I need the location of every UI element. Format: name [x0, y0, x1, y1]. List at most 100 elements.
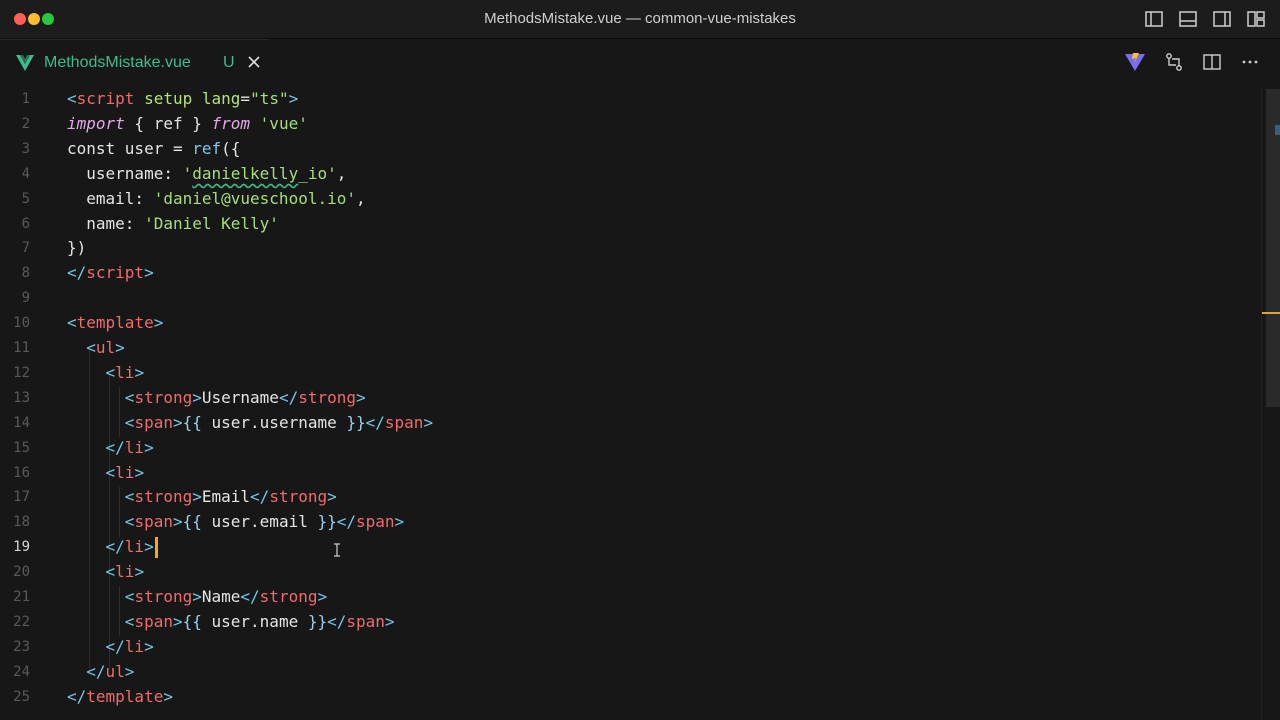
code-text: </li>: [67, 436, 154, 460]
code-token: strong: [134, 387, 193, 407]
code-token: </: [67, 263, 87, 283]
title-bar: MethodsMistake.vue — common-vue-mistakes: [0, 0, 1280, 39]
code-token: }}: [307, 611, 328, 631]
code-text: <ul>: [67, 336, 125, 360]
tab-methods-mistake[interactable]: MethodsMistake.vue U: [0, 39, 268, 87]
code-line[interactable]: 8 </script>: [0, 261, 1262, 285]
code-line[interactable]: 15 </li>: [0, 436, 1262, 460]
code-line[interactable]: 22 <span>{{ user.name }}</span>: [0, 610, 1262, 634]
code-line[interactable]: 9: [0, 286, 1262, 310]
vite-icon[interactable]: [1124, 52, 1146, 72]
code-token: li: [124, 537, 145, 557]
code-token: </: [240, 587, 260, 606]
code-line[interactable]: 21 <strong>Name</strong>: [0, 585, 1262, 609]
code-token: { ref }: [124, 113, 212, 133]
code-line[interactable]: 2 import { ref } from 'vue': [0, 112, 1262, 136]
code-token: script: [76, 89, 135, 108]
code-token: strong: [298, 387, 356, 407]
code-token: span: [346, 611, 385, 631]
code-line[interactable]: 11 <ul>: [0, 336, 1262, 360]
code-token: ul: [95, 338, 116, 357]
code-token: {{: [182, 611, 202, 631]
untracked-badge: U: [223, 54, 235, 71]
code-token: Name: [201, 587, 241, 606]
code-line[interactable]: 13 <strong>Username</strong>: [0, 386, 1262, 410]
code-token: >: [394, 512, 405, 532]
code-token: username:: [67, 163, 183, 183]
code-token: {{: [182, 512, 202, 532]
line-number: 5: [21, 190, 30, 207]
code-line[interactable]: 10 <template>: [0, 311, 1262, 335]
code-line[interactable]: 18 <span>{{ user.email }}</span>: [0, 510, 1262, 534]
layout-controls: [1144, 9, 1266, 29]
code-line[interactable]: 5 email: 'daniel@vueschool.io',: [0, 187, 1262, 211]
code-token: span: [134, 611, 173, 631]
code-token: {{: [182, 412, 202, 432]
scrollbar-thumb[interactable]: [1266, 89, 1280, 407]
code-token: >: [144, 537, 154, 557]
code-token: </: [105, 636, 125, 656]
code-token: strong: [134, 587, 193, 606]
code-line[interactable]: 12 <li>: [0, 361, 1262, 385]
code-token: </: [86, 661, 106, 681]
code-line[interactable]: 7}): [0, 236, 1262, 260]
open-changes-icon[interactable]: [1164, 52, 1184, 72]
line-number: 10: [13, 315, 30, 332]
split-editor-icon[interactable]: [1202, 52, 1222, 72]
close-icon[interactable]: [247, 55, 261, 74]
toggle-secondary-sidebar-icon[interactable]: [1212, 9, 1232, 29]
code-editor[interactable]: 1 <script setup lang="ts"> 2 import { ref }…: [0, 87, 1262, 720]
code-line[interactable]: 3 const user = ref({: [0, 137, 1262, 161]
code-token: setup: [144, 89, 193, 108]
code-text: import { ref } from 'vue': [67, 112, 308, 136]
code-token: >: [423, 412, 434, 432]
code-text: <span>{{ user.email }}</span>: [67, 510, 404, 534]
code-line[interactable]: 24 </ul>: [0, 660, 1262, 684]
code-text: </li>: [67, 535, 154, 559]
line-number: 23: [13, 638, 30, 655]
code-text: <li>: [67, 461, 145, 485]
code-token: name:: [67, 213, 145, 233]
line-number: 18: [13, 514, 30, 531]
line-number: 17: [13, 489, 30, 506]
code-token: >: [384, 611, 395, 631]
vertical-scrollbar[interactable]: [1261, 87, 1280, 720]
code-line[interactable]: 25 </template>: [0, 685, 1262, 709]
code-line[interactable]: 6 name: 'Daniel Kelly': [0, 212, 1262, 236]
line-number: 24: [13, 663, 30, 680]
code-line[interactable]: 20 <li>: [0, 560, 1262, 584]
more-actions-icon[interactable]: [1240, 52, 1260, 72]
code-line[interactable]: 14 <span>{{ user.username }}</span>: [0, 411, 1262, 435]
code-token: >: [134, 562, 145, 582]
code-line[interactable]: 1 <script setup lang="ts">: [0, 87, 1262, 111]
code-token: 'Daniel Kelly': [144, 213, 279, 233]
customize-layout-icon[interactable]: [1246, 9, 1266, 29]
editor-tab-bar: MethodsMistake.vue U: [0, 39, 1280, 87]
code-token: </: [105, 437, 125, 457]
code-token: <: [67, 89, 77, 108]
code-token: <: [105, 462, 116, 482]
code-token: span: [134, 512, 173, 532]
code-token: >: [144, 263, 154, 283]
code-line[interactable]: 17 <strong>Email</strong>: [0, 485, 1262, 509]
toggle-primary-sidebar-icon[interactable]: [1144, 9, 1164, 29]
code-token: >: [356, 387, 366, 407]
code-token: >: [153, 313, 164, 333]
code-line[interactable]: 23 </li>: [0, 635, 1262, 659]
code-token: </: [327, 611, 347, 631]
code-line[interactable]: 19 </li>: [0, 535, 1262, 559]
code-token: span: [384, 412, 424, 432]
code-line[interactable]: 16 <li>: [0, 461, 1262, 485]
code-line[interactable]: 4 username: 'danielkelly_io',: [0, 162, 1262, 186]
code-token: <: [67, 313, 77, 333]
code-token: strong: [269, 487, 328, 507]
code-token: >: [192, 387, 202, 407]
toggle-panel-icon[interactable]: [1178, 9, 1198, 29]
code-token: </: [250, 487, 270, 507]
line-number: 9: [21, 290, 30, 307]
code-token: >: [172, 512, 183, 532]
code-token: _io': [298, 163, 337, 183]
